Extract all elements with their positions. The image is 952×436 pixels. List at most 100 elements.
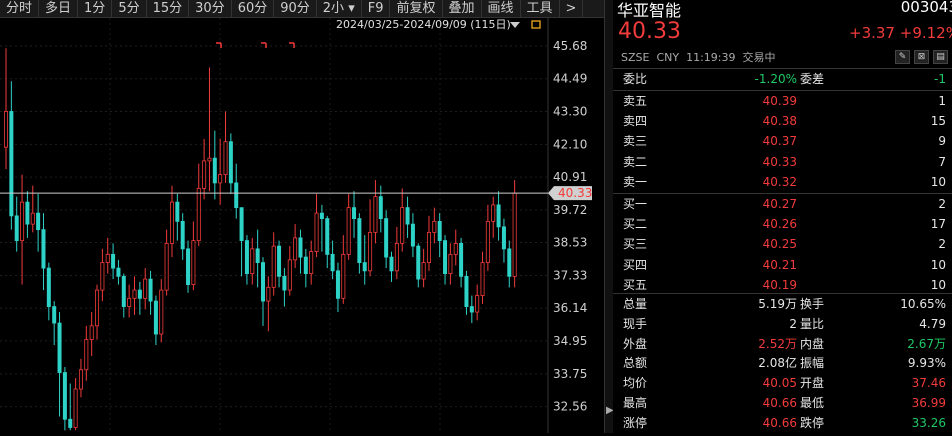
candle-body <box>116 267 121 277</box>
stat-value: 2.08亿 <box>758 356 797 371</box>
stat-label: 振幅 <box>800 356 825 371</box>
candle-body <box>89 325 94 340</box>
stat-label: 跌停 <box>800 415 825 430</box>
toolbar-item-2[interactable]: 1分 <box>78 0 113 17</box>
toolbar-item-13[interactable]: 工具 <box>521 0 560 17</box>
toolbar-item-11[interactable]: 叠加 <box>443 0 482 17</box>
ask-volume: 10 <box>930 174 946 189</box>
stat-value: 2.67万 <box>907 336 946 351</box>
y-tick-label: 33.75 <box>553 367 587 381</box>
candle-body <box>453 242 458 255</box>
ask-row[interactable]: 卖二 40.33 7 <box>613 152 952 172</box>
stat-label: 内盘 <box>800 336 825 351</box>
stat-row[interactable]: 外盘 2.52万 内盘 2.67万 <box>613 334 952 354</box>
candle-body <box>250 248 255 274</box>
candle-body <box>341 253 346 299</box>
kline-svg[interactable]: 45.68 44.49 43.30 42.10 40.91 39.72 38.53 37.33… <box>0 18 604 433</box>
stat-row[interactable]: 现手 2 量比 4.79 <box>613 314 952 334</box>
candle-body <box>132 289 137 299</box>
edit-icon[interactable]: ✎ <box>895 50 910 64</box>
lock-icon[interactable]: ⊠ <box>914 50 929 64</box>
stat-value: 40.05 <box>762 376 797 391</box>
dropdown-triangle-icon[interactable] <box>510 22 520 28</box>
event-marker-icon[interactable] <box>216 42 222 48</box>
stat-row[interactable]: 均价 40.05 开盘 37.46 <box>613 373 952 393</box>
stat-value: 10.65% <box>900 297 946 311</box>
y-tick-label: 40.91 <box>553 170 587 184</box>
candle-body <box>405 207 410 225</box>
candle-body <box>52 306 57 324</box>
toolbar-item-3[interactable]: 5分 <box>112 0 147 17</box>
event-marker-icon[interactable] <box>289 42 295 48</box>
note-icon[interactable]: ▤ <box>933 50 948 64</box>
candle-body <box>207 157 212 162</box>
ask-label: 卖五 <box>623 94 648 108</box>
stat-row[interactable]: 最高 40.66 最低 36.99 <box>613 393 952 413</box>
stat-label: 量比 <box>800 316 825 331</box>
event-marker-icon[interactable] <box>261 42 267 48</box>
dropdown-arrow-icon[interactable]: ▾ <box>344 1 355 16</box>
bid-row[interactable]: 买五 40.19 10 <box>613 275 952 295</box>
candle-body <box>143 278 148 299</box>
last-price: 40.33 <box>618 19 681 44</box>
toolbar-item-12[interactable]: 画线 <box>482 0 521 17</box>
bid-price: 40.21 <box>762 257 797 272</box>
candle-body <box>223 141 228 176</box>
candle-body <box>352 207 357 220</box>
stat-value: 40.66 <box>762 396 797 410</box>
candle-body <box>362 262 367 272</box>
candle-body <box>148 278 153 302</box>
toolbar-item-9[interactable]: F9 <box>362 0 391 17</box>
toolbar-item-0[interactable]: 分时 <box>0 0 40 17</box>
bid-volume: 10 <box>930 277 946 292</box>
y-tick-label: 45.68 <box>553 39 587 53</box>
bid-row[interactable]: 买四 40.21 10 <box>613 255 952 275</box>
toolbar-item-10[interactable]: 前复权 <box>390 0 443 17</box>
ask-label: 卖四 <box>623 114 648 129</box>
ask-label: 卖一 <box>623 174 648 189</box>
y-tick-label: 38.53 <box>553 236 587 250</box>
candle-body <box>346 207 351 255</box>
stock-code: 003043 <box>900 0 952 16</box>
candle-body <box>46 267 51 307</box>
candle-body <box>111 253 116 269</box>
ask-price: 40.32 <box>762 174 797 189</box>
stat-value: 5.19万 <box>758 297 797 311</box>
bid-volume: 17 <box>930 217 946 232</box>
stat-label: 开盘 <box>800 376 825 391</box>
candle-body <box>212 157 217 184</box>
weicha-label: 委差 <box>800 72 825 86</box>
stat-row[interactable]: 涨停 40.66 跌停 33.26 <box>613 413 952 433</box>
stat-row[interactable]: 总额 2.08亿 振幅 9.93% <box>613 353 952 373</box>
ask-row[interactable]: 卖三 40.37 9 <box>613 131 952 151</box>
ask-row[interactable]: 卖四 40.38 15 <box>613 111 952 131</box>
kline-chart[interactable]: 45.68 44.49 43.30 42.10 40.91 39.72 38.53 37.33… <box>0 18 604 433</box>
candle-body <box>485 220 490 264</box>
toolbar-item-5[interactable]: 30分 <box>189 0 232 17</box>
candle-body <box>191 240 196 285</box>
bid-row[interactable]: 买三 40.25 2 <box>613 234 952 254</box>
candle-body <box>25 201 30 225</box>
bid-price: 40.27 <box>762 197 797 211</box>
bid-row[interactable]: 买二 40.26 17 <box>613 214 952 234</box>
ask-row[interactable]: 卖五 40.39 1 <box>613 91 952 111</box>
candle-body <box>121 275 126 307</box>
stat-row[interactable]: 总量 5.19万 换手 10.65% <box>613 294 952 314</box>
toolbar-item-14[interactable]: > <box>560 0 584 17</box>
candle-body <box>507 248 512 277</box>
toolbar-item-8[interactable]: 2小 ▾ <box>317 0 362 17</box>
date-range-label: 2024/03/25-2024/09/09 (115日) <box>336 18 511 31</box>
stat-value: 4.79 <box>919 316 946 331</box>
ask-row[interactable]: 卖一 40.32 10 <box>613 172 952 192</box>
toolbar-item-1[interactable]: 多日 <box>39 0 79 17</box>
candle-body <box>335 270 340 299</box>
toolbar-item-6[interactable]: 60分 <box>232 0 275 17</box>
candle-body <box>373 196 378 233</box>
stat-value: 40.66 <box>762 415 797 430</box>
toolbar-item-4[interactable]: 15分 <box>147 0 190 17</box>
bid-row[interactable]: 买一 40.27 2 <box>613 194 952 214</box>
lock-icon[interactable] <box>531 20 541 29</box>
toolbar-item-7[interactable]: 90分 <box>274 0 317 17</box>
weibi-row[interactable]: 委比 -1.20% 委差 -1 <box>613 69 952 89</box>
candle-body <box>303 256 308 274</box>
